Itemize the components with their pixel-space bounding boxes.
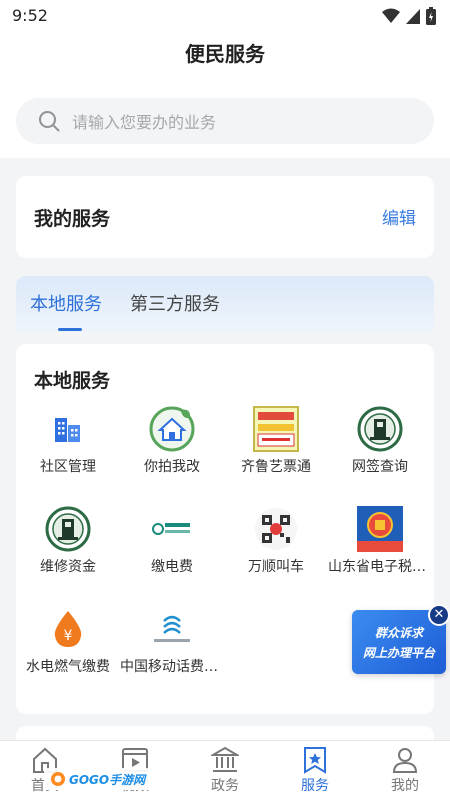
nav-label: 服务 (301, 778, 329, 794)
my-services-card: 我的服务 编辑 (16, 176, 434, 258)
my-services-title: 我的服务 (34, 208, 111, 230)
edit-button[interactable]: 编辑 (382, 204, 416, 229)
watermark-g-icon (51, 772, 65, 786)
service-tabs: 本地服务 第三方服务 (16, 276, 434, 332)
page-title: 便民服务 (185, 42, 265, 66)
complaint-platform-banner[interactable]: 群众诉求 网上办理平台 ✕ (352, 604, 450, 674)
tax-emblem-icon (357, 506, 403, 552)
state-grid-icon (149, 506, 195, 552)
service-item-maintenance-fund[interactable]: 维修资金 (16, 502, 120, 592)
service-item-qilu-ticket[interactable]: 齐鲁艺票通 (224, 402, 328, 492)
page-header: 便民服务 (0, 32, 450, 80)
wifi-icon (382, 8, 400, 23)
local-services-title: 本地服务 (34, 370, 111, 392)
service-label: 网签查询 (352, 459, 408, 475)
yuan-drop-icon: ¥ (45, 606, 91, 652)
service-item-china-mobile-topup[interactable]: 中国移动话费充值 (120, 602, 224, 692)
status-time: 9:52 (12, 6, 48, 25)
china-mobile-icon (149, 606, 195, 652)
service-label: 社区管理 (40, 459, 96, 475)
emblem-icon (45, 506, 91, 552)
service-item-photo-report[interactable]: 你拍我改 (120, 402, 224, 492)
qr-code-icon (253, 506, 299, 552)
nav-item-services[interactable]: 服务 (270, 741, 360, 800)
next-section-card (16, 726, 434, 740)
battery-icon (426, 7, 436, 25)
close-icon[interactable]: ✕ (428, 604, 450, 626)
service-item-wanshun-taxi[interactable]: 万顺叫车 (224, 502, 328, 592)
tab-third-party-services[interactable]: 第三方服务 (130, 290, 220, 316)
status-icons (382, 7, 436, 25)
ticket-icon (253, 406, 299, 452)
search-placeholder: 请输入您要办的业务 (72, 113, 217, 132)
service-item-utility-payment[interactable]: ¥ 水电燃气缴费 (16, 602, 120, 692)
service-item-shandong-e-tax[interactable]: 山东省电子税务局 (328, 502, 432, 592)
service-item-online-sign-query[interactable]: 网签查询 (328, 402, 432, 492)
service-label: 维修资金 (40, 559, 96, 575)
service-item-community[interactable]: 社区管理 (16, 402, 120, 492)
status-bar: 9:52 (0, 0, 450, 32)
service-label: 中国移动话费充值 (120, 659, 224, 675)
government-icon (211, 746, 239, 772)
nav-item-profile[interactable]: 我的 (360, 741, 450, 800)
buildings-icon (45, 406, 91, 452)
promo-line-1: 群众诉求 (374, 626, 423, 640)
nav-item-government[interactable]: 政务 (180, 741, 270, 800)
tab-local-services[interactable]: 本地服务 (30, 290, 102, 316)
watermark-text: GOGO手游网 (69, 772, 146, 787)
service-label: 万顺叫车 (248, 559, 304, 575)
star-bookmark-icon (304, 747, 326, 774)
svg-text:¥: ¥ (64, 628, 73, 644)
service-item-electricity-bill[interactable]: 缴电费 (120, 502, 224, 592)
nav-label: 政务 (211, 778, 239, 794)
nav-label: 我的 (391, 778, 419, 794)
search-section: 请输入您要办的业务 (0, 80, 450, 158)
search-icon (39, 111, 60, 132)
user-icon (392, 748, 418, 773)
service-label: 缴电费 (151, 559, 193, 575)
service-label: 你拍我改 (144, 459, 200, 475)
emblem-icon (357, 406, 403, 452)
service-label: 水电燃气缴费 (26, 659, 110, 675)
active-tab-indicator (58, 328, 82, 331)
promo-line-2: 网上办理平台 (362, 646, 435, 660)
signal-icon (406, 9, 420, 24)
search-input[interactable]: 请输入您要办的业务 (16, 98, 434, 144)
service-label: 齐鲁艺票通 (241, 459, 311, 475)
watermark-logo: GOGO手游网 (44, 768, 152, 790)
service-label: 山东省电子税务局 (328, 559, 432, 575)
home-leaf-icon (149, 406, 195, 452)
